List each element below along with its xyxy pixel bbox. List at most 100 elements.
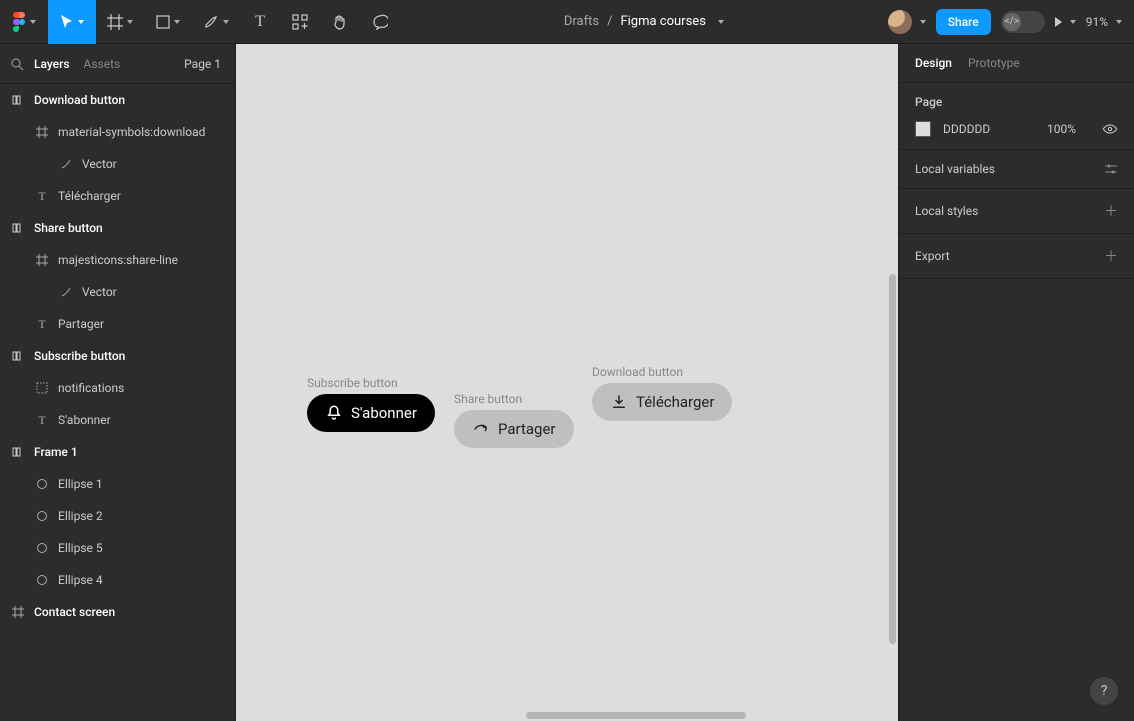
cursor-icon <box>60 14 74 30</box>
hand-tool-button[interactable] <box>320 0 360 44</box>
plus-icon: ＋ <box>1104 246 1118 266</box>
frame-icon <box>34 126 50 138</box>
comment-tool-button[interactable] <box>360 0 400 44</box>
tab-prototype[interactable]: Prototype <box>968 56 1020 70</box>
ellipse-icon <box>34 510 50 522</box>
layer-row[interactable]: Ellipse 5 <box>0 532 235 564</box>
section-local-styles[interactable]: Local styles ＋ <box>899 189 1134 234</box>
breadcrumb-root: Drafts <box>564 14 599 29</box>
frame-icon <box>107 14 123 30</box>
vector-icon <box>58 158 74 170</box>
plus-icon: ＋ <box>1104 201 1118 221</box>
page-color-opacity[interactable]: 100% <box>1047 122 1076 136</box>
eye-icon[interactable] <box>1102 121 1118 137</box>
layer-row[interactable]: notifications <box>0 372 235 404</box>
ellipse-icon <box>34 574 50 586</box>
layer-row[interactable]: Ellipse 4 <box>0 564 235 596</box>
rectangle-icon <box>156 15 170 29</box>
canvas[interactable]: Subscribe button S'abonner Share button … <box>236 44 898 721</box>
component-label-download: Download button <box>592 365 683 379</box>
page-selector[interactable]: Page 1 <box>184 57 225 71</box>
page-color-swatch[interactable] <box>915 121 931 137</box>
tab-layers[interactable]: Layers <box>34 57 70 71</box>
layer-row[interactable]: Ellipse 2 <box>0 500 235 532</box>
layer-label: Ellipse 4 <box>58 573 103 587</box>
download-button-preview[interactable]: Télécharger <box>592 383 732 421</box>
layer-row[interactable]: Vector <box>0 276 235 308</box>
dev-mode-toggle[interactable]: </> <box>1001 11 1045 33</box>
resources-button[interactable] <box>280 0 320 44</box>
layer-row[interactable]: Download button <box>0 84 235 116</box>
layer-label: Télécharger <box>58 189 121 203</box>
shape-tool-button[interactable] <box>144 0 192 44</box>
layer-label: notifications <box>58 381 124 395</box>
layer-label: Share button <box>34 221 103 235</box>
layer-row[interactable]: majesticons:share-line <box>0 244 235 276</box>
file-title-area[interactable]: Drafts / Figma courses <box>400 14 888 29</box>
resources-icon <box>292 14 308 30</box>
user-avatar-menu[interactable] <box>888 10 926 34</box>
layer-row[interactable]: material-symbols:download <box>0 116 235 148</box>
layer-row[interactable]: Vector <box>0 148 235 180</box>
layer-row[interactable]: Share button <box>0 212 235 244</box>
page-color-hex[interactable]: DDDDDD <box>943 122 990 136</box>
text-icon: T <box>34 413 50 428</box>
breadcrumb-file: Figma courses <box>620 14 705 29</box>
layer-label: Contact screen <box>34 605 115 619</box>
layer-label: Partager <box>58 317 104 331</box>
layer-row[interactable]: T S'abonner <box>0 404 235 436</box>
play-icon <box>1055 17 1062 27</box>
auto-layout-icon <box>10 94 26 106</box>
section-page: Page DDDDDD 100% <box>899 83 1134 150</box>
layer-row[interactable]: Ellipse 1 <box>0 468 235 500</box>
share-button[interactable]: Share <box>936 9 991 35</box>
text-icon: T <box>34 189 50 204</box>
canvas-scrollbar-vertical[interactable] <box>889 274 896 644</box>
search-icon[interactable] <box>10 57 24 71</box>
tab-assets[interactable]: Assets <box>84 57 121 71</box>
move-tool-button[interactable] <box>48 0 96 44</box>
zoom-control[interactable]: 91% <box>1086 15 1122 29</box>
layer-row[interactable]: TPartager <box>0 308 235 340</box>
pen-tool-button[interactable] <box>192 0 240 44</box>
frame-tool-button[interactable] <box>96 0 144 44</box>
left-panel: Layers Assets Page 1 Download button mate… <box>0 44 236 721</box>
layer-label: Ellipse 1 <box>58 477 103 491</box>
section-title-page: Page <box>915 95 1118 109</box>
layer-label: Vector <box>82 285 117 299</box>
frame-icon <box>34 254 50 266</box>
avatar <box>888 10 912 34</box>
text-tool-button[interactable]: T <box>240 0 280 44</box>
group-icon <box>34 382 50 394</box>
download-icon <box>610 393 628 411</box>
present-button[interactable] <box>1055 17 1076 27</box>
auto-layout-icon <box>10 446 26 458</box>
right-panel: Design Prototype Page DDDDDD 100% Local … <box>898 44 1134 721</box>
code-icon: </> <box>1003 13 1021 31</box>
frame-icon <box>10 606 26 618</box>
section-local-variables[interactable]: Local variables <box>899 150 1134 189</box>
hand-icon <box>332 14 348 30</box>
vector-icon <box>58 286 74 298</box>
comment-icon <box>372 14 388 30</box>
layer-label: S'abonner <box>58 413 111 427</box>
canvas-scrollbar-horizontal[interactable] <box>526 712 746 719</box>
layer-row[interactable]: T Télécharger <box>0 180 235 212</box>
layer-row[interactable]: Contact screen <box>0 596 235 628</box>
figma-menu-button[interactable] <box>0 0 48 44</box>
layer-label: majesticons:share-line <box>58 253 178 267</box>
layer-label: material-symbols:download <box>58 125 205 139</box>
subscribe-button-preview[interactable]: S'abonner <box>307 394 435 432</box>
layer-row[interactable]: Subscribe button <box>0 340 235 372</box>
layer-row[interactable]: Frame 1 <box>0 436 235 468</box>
share-button-preview[interactable]: Partager <box>454 410 574 448</box>
layer-label: Download button <box>34 93 125 107</box>
component-label-share: Share button <box>454 392 522 406</box>
bell-icon <box>325 404 343 422</box>
help-button[interactable]: ? <box>1090 677 1118 705</box>
layer-label: Frame 1 <box>34 445 78 459</box>
auto-layout-icon <box>10 222 26 234</box>
tab-design[interactable]: Design <box>915 56 952 70</box>
section-export[interactable]: Export ＋ <box>899 234 1134 279</box>
layer-label: Ellipse 5 <box>58 541 103 555</box>
